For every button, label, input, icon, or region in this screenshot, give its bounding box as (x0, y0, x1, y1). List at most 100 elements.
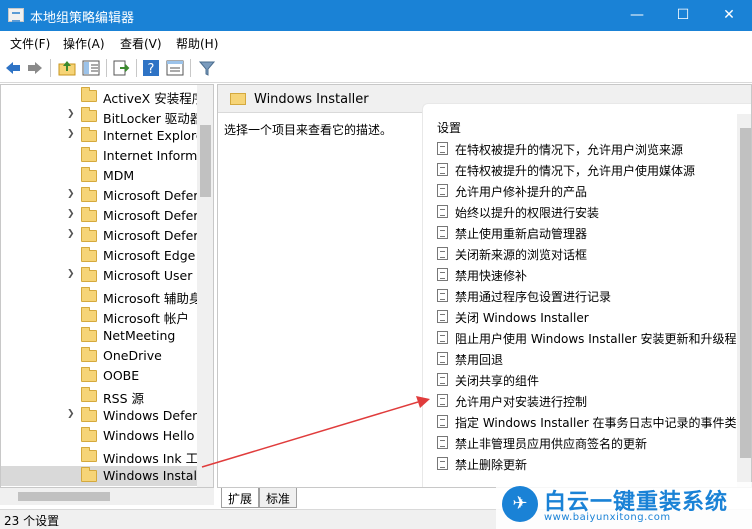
toolbar-separator (106, 59, 107, 77)
status-text: 23 个设置 (4, 514, 60, 528)
menu-view[interactable]: 查看(V) (120, 35, 162, 52)
close-button[interactable]: ✕ (706, 0, 752, 31)
expand-arrow-icon[interactable]: ❯ (67, 189, 75, 199)
setting-row[interactable]: 禁止使用重新启动管理器 (437, 223, 737, 243)
tree-pane[interactable]: ActiveX 安装程序 ❯ BitLocker 驱动器 ❯ Internet Expl… (0, 84, 214, 488)
forward-arrow-icon[interactable] (26, 59, 44, 77)
policy-setting-icon (437, 436, 448, 449)
show-hide-tree-icon[interactable] (82, 59, 100, 77)
tree-item[interactable]: Windows Ink 工 (1, 446, 197, 466)
policy-setting-icon (437, 268, 448, 281)
tree-item[interactable]: ❯ Microsoft Defer (1, 226, 197, 246)
expand-arrow-icon[interactable]: ❯ (67, 129, 75, 139)
setting-row[interactable]: 在特权被提升的情况下，允许用户使用媒体源 (437, 160, 737, 180)
setting-row[interactable]: 关闭 Windows Installer (437, 307, 737, 327)
tree-item-label: Microsoft Defer (103, 208, 197, 223)
policy-setting-icon (437, 226, 448, 239)
tree-item[interactable]: ❯ Microsoft Defer (1, 186, 197, 206)
policy-setting-icon (437, 331, 448, 344)
folder-icon (81, 207, 97, 222)
expand-arrow-icon[interactable]: ❯ (67, 109, 75, 119)
tree-item[interactable]: Microsoft Edge (1, 246, 197, 266)
folder-icon (81, 167, 97, 182)
menu-help[interactable]: 帮助(H) (176, 35, 218, 52)
tree-item[interactable]: Internet Informa (1, 146, 197, 166)
tree-hscroll-thumb[interactable] (18, 492, 110, 501)
tab-extended[interactable]: 扩展 (221, 488, 260, 508)
tree-item-label: OOBE (103, 368, 140, 383)
expand-arrow-icon[interactable]: ❯ (67, 209, 75, 219)
setting-row[interactable]: 关闭新来源的浏览对话框 (437, 244, 737, 264)
tree-item[interactable]: OOBE (1, 366, 197, 386)
expand-arrow-icon[interactable]: ❯ (67, 269, 75, 279)
settings-column-header[interactable]: 设置 (437, 119, 461, 136)
tree-vertical-scrollbar[interactable] (197, 85, 213, 487)
setting-row[interactable]: 禁止非管理员应用供应商签名的更新 (437, 433, 737, 453)
export-list-icon[interactable] (112, 59, 130, 77)
settings-list[interactable]: 设置 在特权被提升的情况下，允许用户浏览来源在特权被提升的情况下，允许用户使用媒… (422, 103, 751, 487)
menu-action[interactable]: 操作(A) (63, 35, 105, 52)
tree-item[interactable]: ❯ Microsoft User (1, 266, 197, 286)
setting-row[interactable]: 禁止删除更新 (437, 454, 737, 474)
setting-label: 关闭 Windows Installer (455, 311, 589, 325)
setting-label: 在特权被提升的情况下，允许用户使用媒体源 (455, 164, 696, 178)
tree-item[interactable]: OneDrive (1, 346, 197, 366)
setting-row[interactable]: 禁用通过程序包设置进行记录 (437, 286, 737, 306)
setting-row[interactable]: 允许用户对安装进行控制 (437, 391, 737, 411)
setting-row[interactable]: 始终以提升的权限进行安装 (437, 202, 737, 222)
tree-item[interactable]: ❯ Microsoft Defer (1, 206, 197, 226)
tree-item[interactable]: RSS 源 (1, 386, 197, 406)
folder-icon (81, 387, 97, 402)
folder-icon (81, 327, 97, 342)
help-icon[interactable]: ? (142, 59, 160, 77)
menu-file[interactable]: 文件(F) (10, 35, 50, 52)
tree-item-label: Internet Explore (103, 128, 197, 143)
setting-row[interactable]: 在特权被提升的情况下，允许用户浏览来源 (437, 139, 737, 159)
tree-item[interactable]: ❯ Internet Explore (1, 126, 197, 146)
tree-item[interactable]: Microsoft 帐户 (1, 306, 197, 326)
setting-row[interactable]: 关闭共享的组件 (437, 370, 737, 390)
setting-label: 禁用通过程序包设置进行记录 (455, 290, 612, 304)
tree-item[interactable]: MDM (1, 166, 197, 186)
setting-label: 禁用回退 (455, 353, 504, 367)
folder-icon (81, 427, 97, 442)
properties-icon[interactable] (166, 59, 184, 77)
tree-item[interactable]: ❯ Windows Defen (1, 406, 197, 426)
window-title: 本地组策略编辑器 (30, 11, 135, 26)
setting-row[interactable]: 禁用快速修补 (437, 265, 737, 285)
menu-bar: 文件(F) 操作(A) 查看(V) 帮助(H) (0, 31, 752, 53)
tree-item[interactable]: Windows Hello (1, 426, 197, 446)
setting-row[interactable]: 阻止用户使用 Windows Installer 安装更新和升级程 (437, 328, 737, 348)
tab-standard[interactable]: 标准 (259, 488, 298, 508)
tree-item-label: Microsoft User (103, 268, 193, 283)
setting-row[interactable]: 指定 Windows Installer 在事务日志中记录的事件类 (437, 412, 737, 432)
tree-item[interactable]: NetMeeting (1, 326, 197, 346)
tree-item-label: Windows Defen (103, 408, 197, 423)
setting-row[interactable]: 允许用户修补提升的产品 (437, 181, 737, 201)
minimize-button[interactable]: — (614, 0, 660, 31)
policy-setting-icon (437, 310, 448, 323)
up-folder-icon[interactable] (58, 59, 76, 77)
tree-scroll-thumb[interactable] (200, 125, 211, 197)
settings-scroll-thumb[interactable] (740, 128, 751, 458)
expand-arrow-icon[interactable]: ❯ (67, 409, 75, 419)
expand-arrow-icon[interactable]: ❯ (67, 229, 75, 239)
policy-setting-icon (437, 142, 448, 155)
toolbar: ? (0, 53, 752, 83)
setting-row[interactable]: 禁用回退 (437, 349, 737, 369)
tree-item-label: MDM (103, 168, 135, 183)
filter-icon[interactable] (198, 59, 216, 77)
folder-icon (81, 307, 97, 322)
tree-item-label: Internet Informa (103, 148, 197, 163)
tree-item[interactable]: Microsoft 辅助身 (1, 286, 197, 306)
maximize-button[interactable]: ☐ (660, 0, 706, 31)
description-text: 选择一个项目来查看它的描述。 (224, 123, 393, 137)
tree-horizontal-scrollbar[interactable] (0, 488, 214, 505)
details-header-title: Windows Installer (254, 92, 369, 107)
back-arrow-icon[interactable] (4, 59, 22, 77)
toolbar-separator (50, 59, 51, 77)
tree-item[interactable]: ActiveX 安装程序 (1, 86, 197, 106)
tree-item[interactable]: Windows Instal (1, 466, 197, 486)
settings-vertical-scrollbar[interactable] (737, 114, 751, 487)
tree-item[interactable]: ❯ BitLocker 驱动器 (1, 106, 197, 126)
